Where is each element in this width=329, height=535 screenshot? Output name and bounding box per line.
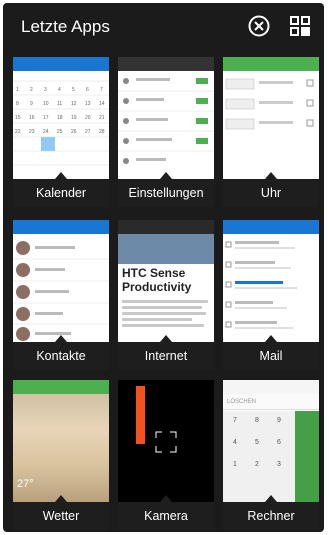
calc-key-7: 7 bbox=[233, 417, 237, 424]
calc-key-9: 9 bbox=[277, 417, 281, 424]
svg-text:4: 4 bbox=[58, 87, 61, 93]
app-card-wetter[interactable]: 27° Wetter bbox=[13, 380, 109, 530]
app-label-einstellungen: Einstellungen bbox=[118, 179, 214, 207]
svg-text:27: 27 bbox=[85, 129, 91, 135]
calc-key-1: 1 bbox=[233, 461, 237, 468]
grid-icon[interactable] bbox=[288, 14, 312, 38]
svg-text:28: 28 bbox=[99, 129, 105, 135]
recent-apps-screen: Letzte Apps 1 2 3 4 5 6 7 8 9 10 11 12 1… bbox=[3, 3, 324, 532]
internet-headline-2: Productivity bbox=[122, 280, 192, 294]
svg-text:12: 12 bbox=[71, 101, 77, 107]
app-label-kamera: Kamera bbox=[118, 502, 214, 530]
app-label-kalender: Kalender bbox=[13, 179, 109, 207]
weather-temp: 27° bbox=[17, 478, 34, 490]
app-label-uhr: Uhr bbox=[223, 179, 319, 207]
svg-text:7: 7 bbox=[100, 87, 103, 93]
internet-preview: HTC Sense Productivity bbox=[118, 220, 214, 342]
svg-text:21: 21 bbox=[99, 115, 105, 121]
app-label-wetter: Wetter bbox=[13, 502, 109, 530]
calc-key-3: 3 bbox=[277, 461, 281, 468]
uhr-preview bbox=[223, 57, 319, 179]
close-circle-icon[interactable] bbox=[247, 14, 271, 38]
svg-text:13: 13 bbox=[85, 101, 91, 107]
calc-key-4: 4 bbox=[233, 439, 237, 446]
kontakte-preview bbox=[13, 220, 109, 342]
svg-text:17: 17 bbox=[43, 115, 49, 121]
app-label-internet: Internet bbox=[118, 342, 214, 370]
svg-text:9: 9 bbox=[30, 101, 33, 107]
svg-text:3: 3 bbox=[44, 87, 47, 93]
svg-text:14: 14 bbox=[99, 101, 105, 107]
svg-text:1: 1 bbox=[16, 87, 19, 93]
mail-preview bbox=[223, 220, 319, 342]
svg-text:23: 23 bbox=[29, 129, 35, 135]
app-label-mail: Mail bbox=[223, 342, 319, 370]
calc-key-6: 6 bbox=[277, 439, 281, 446]
svg-text:15: 15 bbox=[15, 115, 21, 121]
app-card-internet[interactable]: HTC Sense Productivity Internet bbox=[118, 220, 214, 370]
calc-display: LÖSCHEN bbox=[223, 394, 319, 410]
app-card-uhr[interactable]: Uhr bbox=[223, 57, 319, 207]
svg-text:6: 6 bbox=[86, 87, 89, 93]
page-title: Letzte Apps bbox=[21, 17, 110, 36]
app-card-einstellungen[interactable]: Einstellungen bbox=[118, 57, 214, 207]
app-card-kalender[interactable]: 1234567 8 9 10 11 12 13 14 15 16 17 18 19 20 21 22 23… bbox=[13, 57, 109, 207]
einstellungen-preview bbox=[118, 57, 214, 179]
svg-text:10: 10 bbox=[43, 101, 49, 107]
calc-key-5: 5 bbox=[255, 439, 259, 446]
calc-key-8: 8 bbox=[255, 417, 259, 424]
svg-text:19: 19 bbox=[71, 115, 77, 121]
calc-key-2: 2 bbox=[255, 461, 259, 468]
kamera-preview bbox=[118, 380, 214, 502]
wetter-preview: 27° bbox=[13, 380, 109, 502]
app-card-mail[interactable]: Mail bbox=[223, 220, 319, 370]
internet-headline-1: HTC Sense bbox=[122, 266, 186, 280]
app-card-kontakte[interactable]: Kontakte bbox=[13, 220, 109, 370]
app-label-kontakte: Kontakte bbox=[13, 342, 109, 370]
kalender-preview: 1234567 8 9 10 11 12 13 14 15 16 17 18 19 20 21 22 23… bbox=[13, 57, 109, 179]
header: Letzte Apps bbox=[3, 3, 324, 49]
app-card-rechner[interactable]: LÖSCHEN 7 8 9 4 5 6 1 2 3 Rechner bbox=[223, 380, 319, 530]
svg-text:11: 11 bbox=[57, 101, 62, 107]
app-label-rechner: Rechner bbox=[223, 502, 319, 530]
svg-text:2: 2 bbox=[30, 87, 33, 93]
svg-text:18: 18 bbox=[57, 115, 63, 121]
svg-text:16: 16 bbox=[29, 115, 35, 121]
rechner-preview: LÖSCHEN 7 8 9 4 5 6 1 2 3 bbox=[223, 380, 319, 502]
svg-text:26: 26 bbox=[71, 129, 77, 135]
svg-text:25: 25 bbox=[57, 129, 63, 135]
svg-text:22: 22 bbox=[15, 129, 21, 135]
svg-text:24: 24 bbox=[43, 129, 49, 135]
svg-text:20: 20 bbox=[85, 115, 91, 121]
svg-text:5: 5 bbox=[72, 87, 75, 93]
svg-text:8: 8 bbox=[16, 101, 19, 107]
app-card-kamera[interactable]: Kamera bbox=[118, 380, 214, 530]
